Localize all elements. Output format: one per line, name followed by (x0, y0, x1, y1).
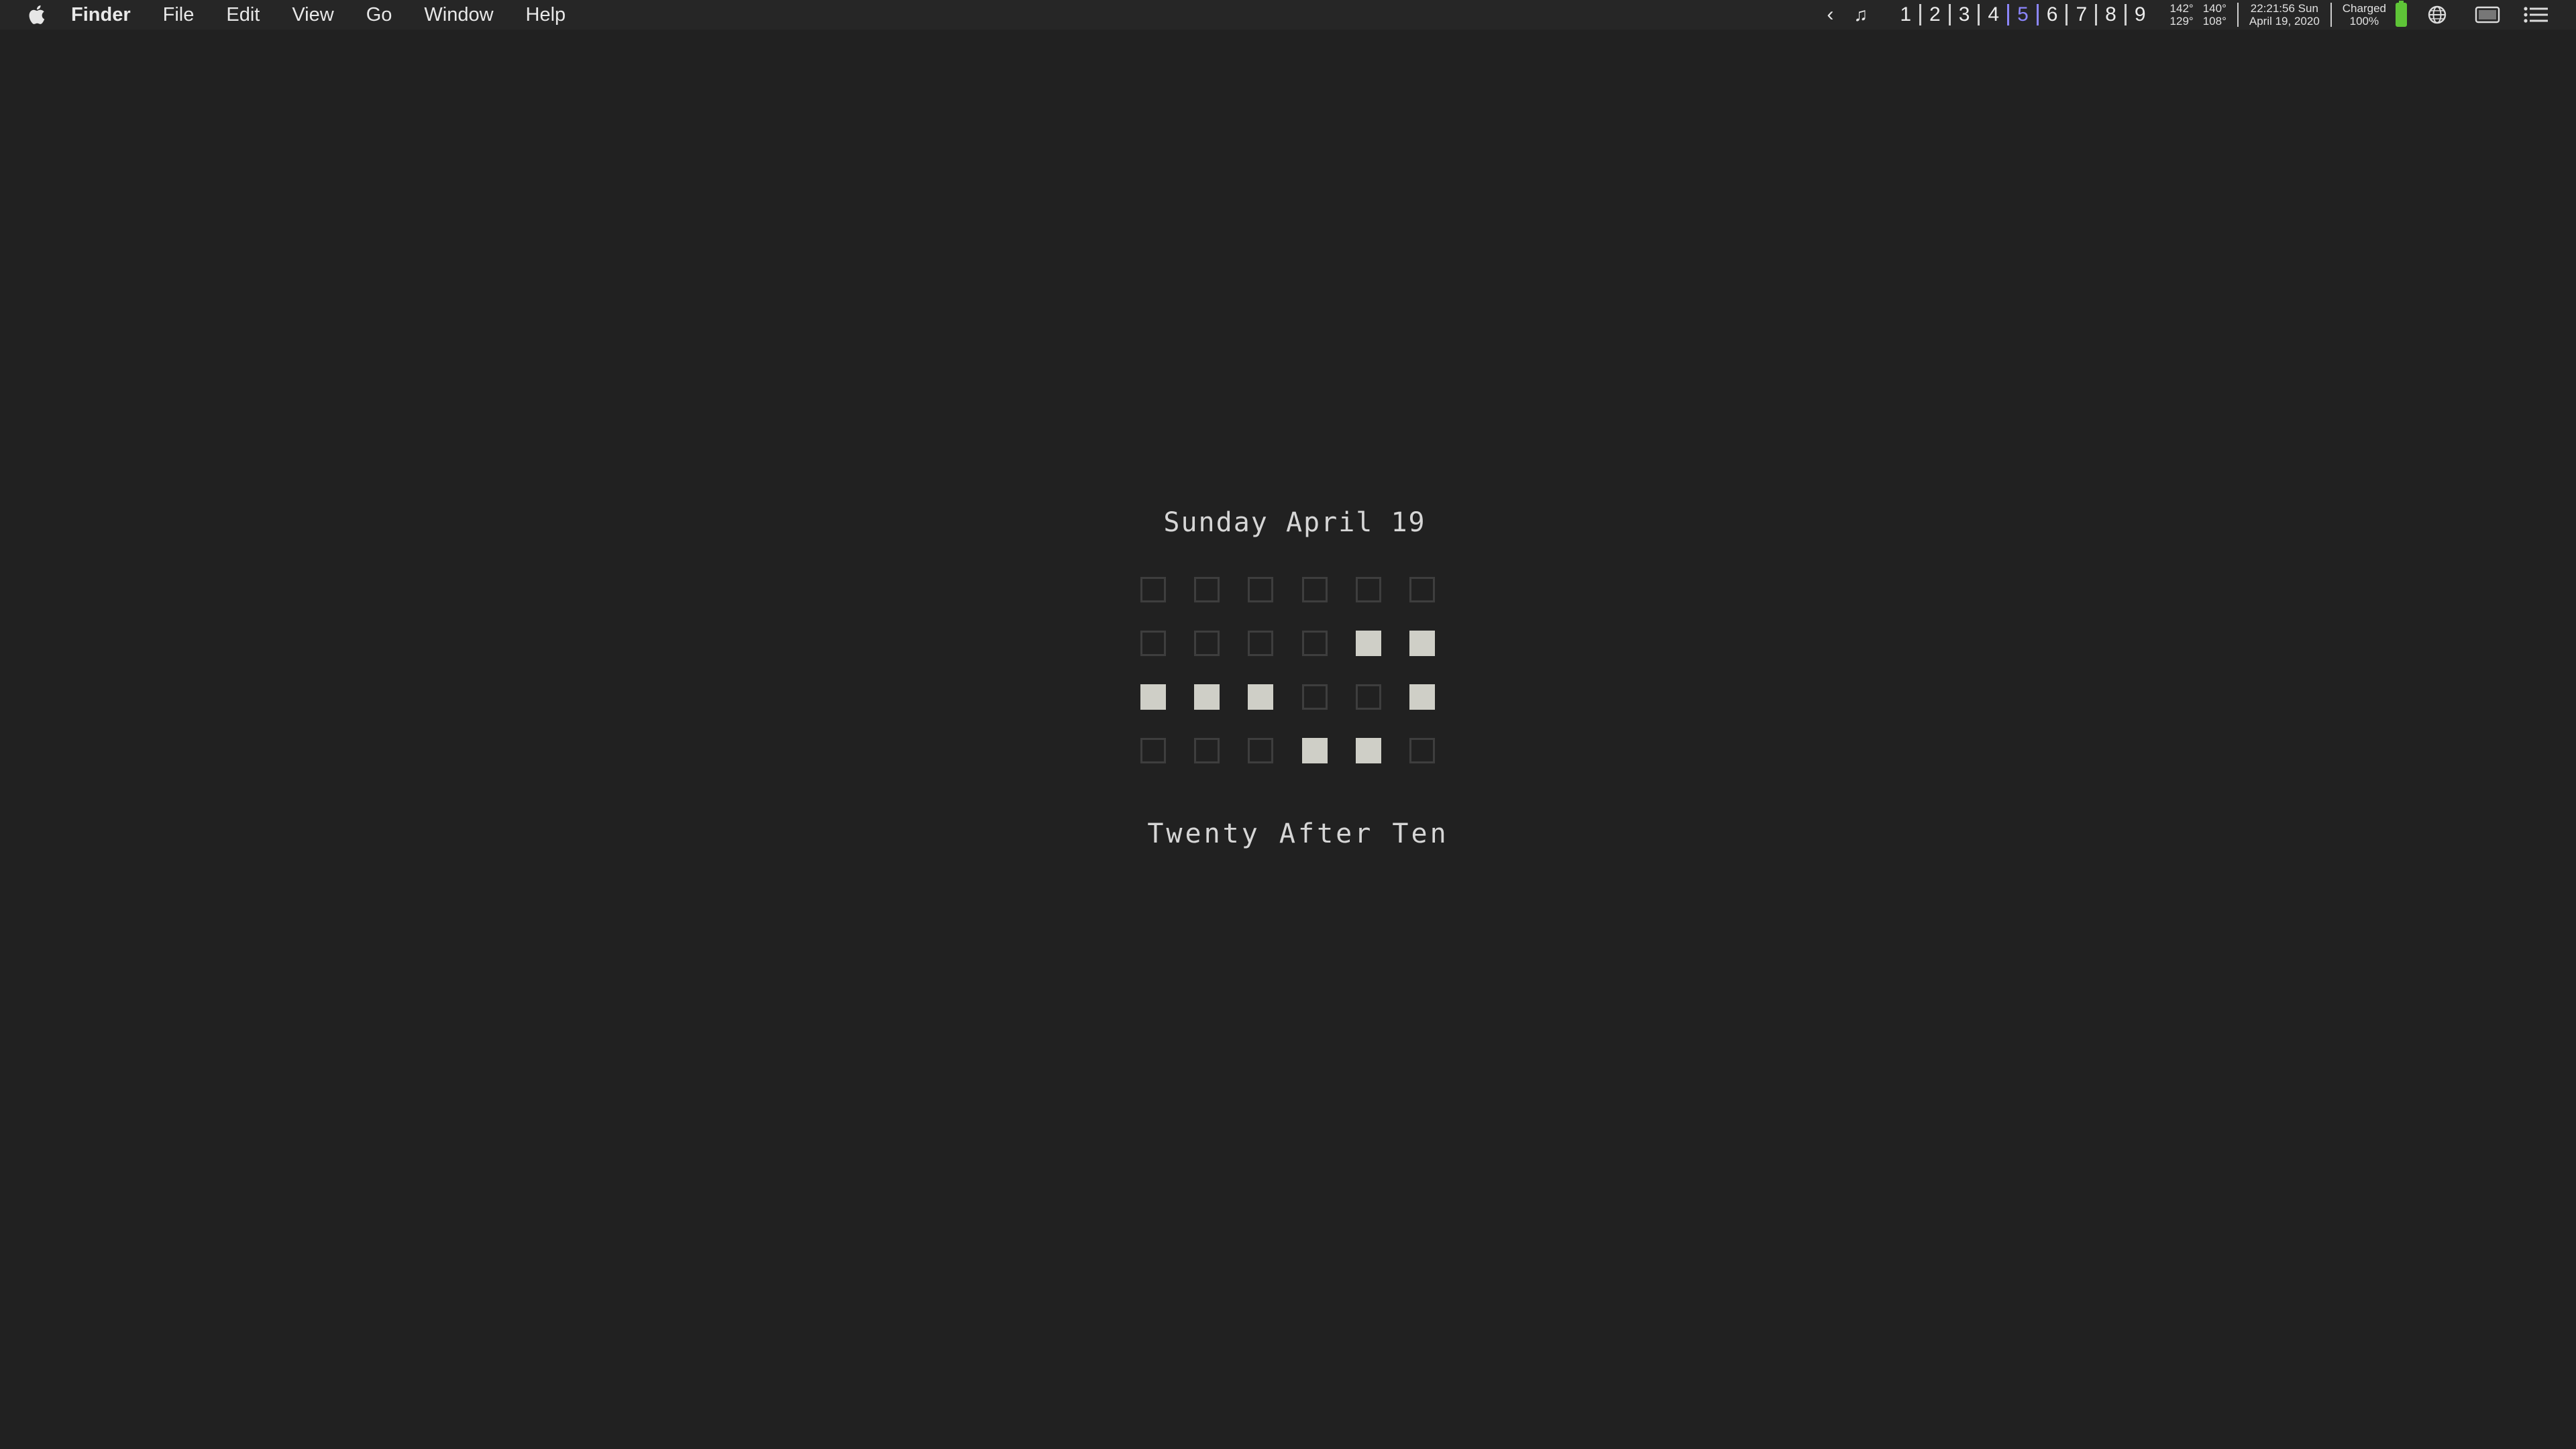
grid-cell-off (1356, 577, 1381, 602)
grid-cell-on (1302, 738, 1328, 763)
grid-cell-on (1409, 631, 1435, 656)
grid-cell-off (1140, 631, 1166, 656)
grid-cell-off (1356, 684, 1381, 710)
grid-cell-on (1140, 684, 1166, 710)
grid-cell-off (1248, 577, 1273, 602)
grid-cell-off (1409, 738, 1435, 763)
grid-cell-on (1194, 684, 1220, 710)
widget-date: Sunday April 19 (1163, 507, 1426, 538)
grid-cell-off (1302, 577, 1328, 602)
grid-cell-on (1356, 738, 1381, 763)
binary-clock-grid (1140, 577, 1449, 771)
grid-cell-off (1248, 738, 1273, 763)
grid-cell-on (1356, 631, 1381, 656)
widget-time-words: Twenty After Ten (1147, 818, 1449, 849)
grid-cell-off (1194, 577, 1220, 602)
grid-cell-on (1409, 684, 1435, 710)
grid-cell-off (1140, 738, 1166, 763)
grid-cell-off (1194, 631, 1220, 656)
grid-cell-off (1409, 577, 1435, 602)
grid-cell-off (1194, 738, 1220, 763)
grid-cell-off (1302, 631, 1328, 656)
grid-cell-off (1248, 631, 1273, 656)
grid-cell-off (1302, 684, 1328, 710)
grid-cell-off (1140, 577, 1166, 602)
grid-cell-on (1248, 684, 1273, 710)
desktop-clock-widget: Sunday April 19 Twenty After Ten (0, 0, 2576, 1449)
